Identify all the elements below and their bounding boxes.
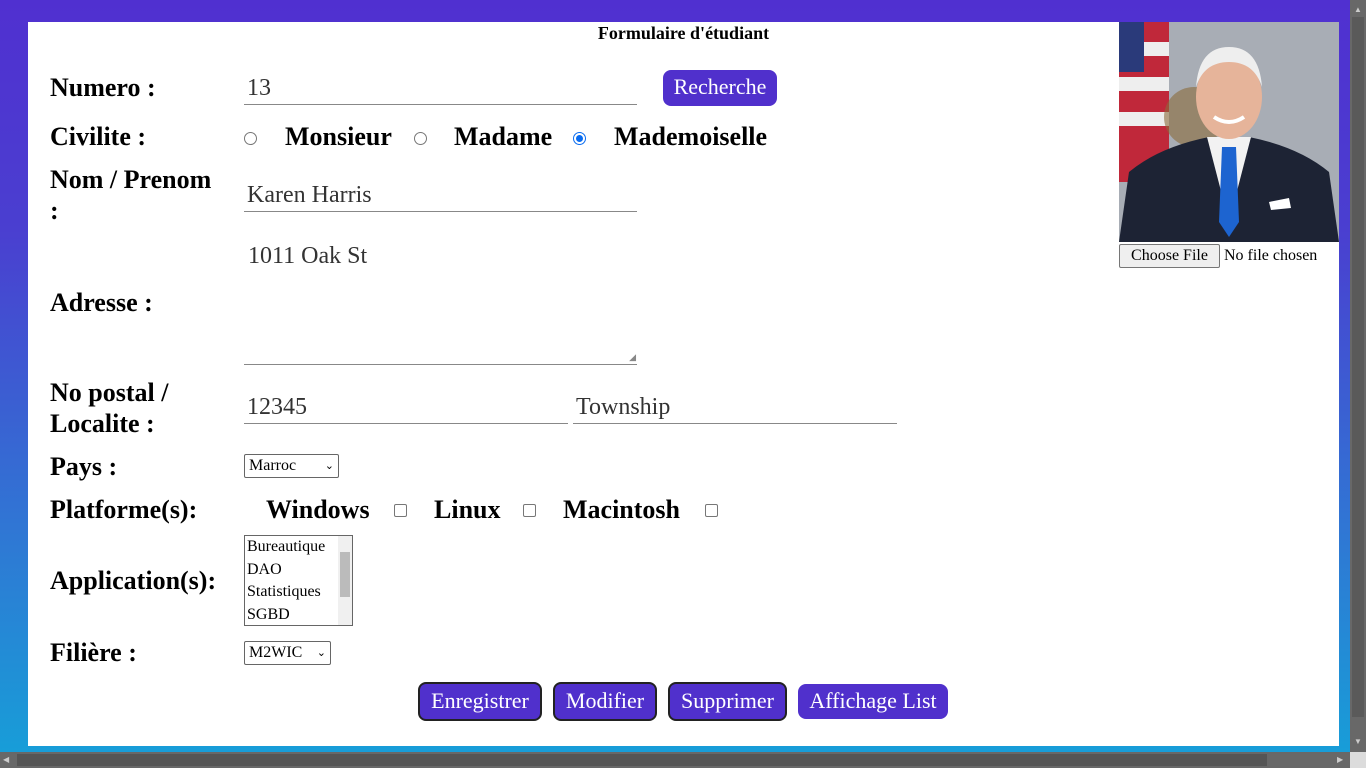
- postal-code-input[interactable]: 12345: [244, 390, 568, 424]
- chevron-down-icon: ⌄: [316, 647, 326, 659]
- checkbox-windows[interactable]: [394, 504, 407, 517]
- localite-input[interactable]: Township: [573, 390, 897, 424]
- edit-button[interactable]: Modifier: [553, 682, 657, 721]
- search-button[interactable]: Recherche: [663, 70, 777, 106]
- scrollbar-thumb[interactable]: [340, 552, 350, 597]
- nom-label: Nom / Prenom: [50, 165, 212, 194]
- student-photo: [1119, 22, 1339, 242]
- radio-label-monsieur: Monsieur: [285, 122, 392, 151]
- radio-label-madame: Madame: [454, 122, 553, 151]
- scroll-up-icon[interactable]: ▲: [1354, 5, 1362, 14]
- chevron-down-icon: ⌄: [324, 460, 334, 472]
- pays-select[interactable]: Marroc ⌄: [244, 454, 339, 478]
- adresse-textarea[interactable]: 1011 Oak St ◢: [244, 240, 637, 365]
- list-item[interactable]: SGBD: [247, 604, 352, 627]
- adresse-label: Adresse :: [50, 288, 153, 317]
- applications-label: Application(s):: [50, 566, 217, 595]
- localite-label: Localite :: [50, 409, 155, 438]
- numero-label: Numero :: [50, 73, 156, 102]
- postal-label: No postal /: [50, 378, 169, 407]
- horizontal-scrollbar-thumb[interactable]: [17, 754, 1267, 766]
- scroll-right-icon[interactable]: ▶: [1337, 755, 1343, 764]
- checkbox-linux[interactable]: [523, 504, 536, 517]
- list-button[interactable]: Affichage List: [798, 684, 948, 719]
- nom-input[interactable]: Karen Harris: [244, 178, 637, 212]
- platform-label-linux: Linux: [434, 495, 501, 524]
- filiere-select[interactable]: M2WIC ⌄: [244, 641, 331, 665]
- platform-label-macintosh: Macintosh: [563, 495, 680, 524]
- radio-monsieur[interactable]: [244, 132, 257, 145]
- delete-button[interactable]: Supprimer: [668, 682, 787, 721]
- list-item[interactable]: Statistiques: [247, 581, 352, 604]
- list-item[interactable]: DAO: [247, 559, 352, 582]
- listbox-scrollbar[interactable]: [338, 536, 352, 625]
- pays-value: Marroc: [249, 457, 297, 474]
- scrollbar-corner: [1350, 752, 1366, 768]
- checkbox-macintosh[interactable]: [705, 504, 718, 517]
- scroll-left-icon[interactable]: ◀: [3, 755, 9, 764]
- student-form-card: Formulaire d'étudiant Numero : 13 Recher…: [28, 22, 1339, 746]
- save-button[interactable]: Enregistrer: [418, 682, 542, 721]
- vertical-scrollbar[interactable]: ▲ ▼: [1350, 0, 1366, 752]
- scroll-down-icon[interactable]: ▼: [1354, 737, 1362, 746]
- platform-label-windows: Windows: [266, 495, 370, 524]
- civilite-label: Civilite :: [50, 122, 147, 151]
- pays-label: Pays :: [50, 452, 118, 481]
- radio-mademoiselle[interactable]: [573, 132, 586, 145]
- applications-listbox[interactable]: Bureautique DAO Statistiques SGBD: [244, 535, 353, 626]
- vertical-scrollbar-thumb[interactable]: [1352, 17, 1364, 717]
- nom-label-colon: :: [50, 196, 59, 225]
- numero-input[interactable]: 13: [244, 71, 637, 105]
- horizontal-scrollbar[interactable]: ◀ ▶: [0, 752, 1350, 768]
- radio-label-mademoiselle: Mademoiselle: [614, 122, 768, 151]
- platformes-label: Platforme(s):: [50, 495, 198, 524]
- resize-handle-icon[interactable]: ◢: [629, 352, 636, 363]
- file-status: No file chosen: [1224, 247, 1318, 264]
- filiere-value: M2WIC: [249, 644, 303, 661]
- list-item[interactable]: Bureautique: [247, 536, 352, 559]
- adresse-value: 1011 Oak St: [248, 243, 368, 269]
- filiere-label: Filière :: [50, 638, 137, 667]
- radio-madame[interactable]: [414, 132, 427, 145]
- choose-file-button[interactable]: Choose File: [1119, 244, 1220, 268]
